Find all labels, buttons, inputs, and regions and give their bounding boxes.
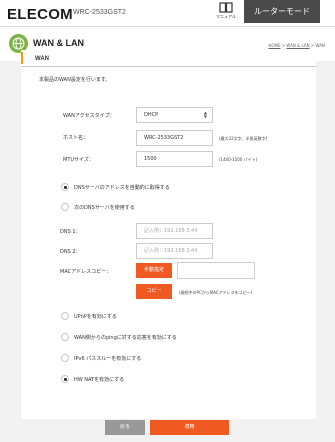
mac-address-input[interactable] [177, 262, 255, 279]
hw-nat-label: HW NATを有効にする [74, 377, 125, 383]
ipv6-passthrough-radio[interactable] [61, 354, 69, 362]
upnp-radio[interactable] [61, 312, 69, 320]
model-name: WRC-2533GST2 [73, 9, 126, 16]
breadcrumb-separator: > [281, 43, 286, 48]
breadcrumb-current: WAN [315, 43, 325, 48]
wan-access-type-label: WANアクセスタイプ： [63, 113, 115, 119]
hw-nat-radio[interactable] [61, 375, 69, 383]
elecom-logo: ELECOM [7, 6, 73, 23]
top-bar: ELECOM WRC-2533GST2 マニュアル ルーターモード [0, 0, 335, 27]
breadcrumb-wan-lan[interactable]: WAN & LAN [286, 43, 309, 48]
host-name-input[interactable]: WRC-2533GST2 [136, 130, 213, 146]
host-name-hint: (最大32文字、半角英数字) [219, 136, 268, 141]
mac-copy-button[interactable]: コピー [136, 284, 172, 299]
wan-ping-radio[interactable] [61, 333, 69, 341]
wan-access-type-select[interactable]: DHCP ▲ ▼ [136, 107, 213, 123]
dns2-label: DNS 2： [60, 249, 81, 255]
dns1-label: DNS 1： [60, 229, 81, 235]
breadcrumb-separator: > [310, 43, 315, 48]
apply-button[interactable]: 適用 [150, 420, 229, 435]
mtu-input[interactable]: 1500 [136, 151, 213, 167]
dns1-input[interactable]: 記入例：192.168.3.44 [136, 223, 213, 239]
back-button[interactable]: 戻る [105, 420, 145, 435]
manual-label: マニュアル [216, 14, 236, 19]
upnp-label: UPnPを有効にする [74, 314, 117, 320]
dns-auto-radio[interactable] [61, 183, 69, 191]
mtu-hint: (1400-1500 バイト) [219, 157, 258, 162]
section-tab-label: WAN [35, 56, 49, 62]
mac-clone-label: MACアドレスコピー： [60, 269, 112, 275]
breadcrumb-home[interactable]: HOME [268, 43, 280, 48]
mac-copy-hint: (接続中のPCからMACアドレスをコピー) [179, 290, 253, 295]
page-title: WAN & LAN [33, 38, 84, 48]
dns-auto-label: DNSサーバのアドレスを自動的に取得する [74, 185, 170, 191]
section-tab-wan: WAN [21, 50, 316, 67]
book-icon [219, 2, 233, 13]
updown-arrow-icon: ▲ ▼ [203, 110, 207, 119]
wan-ping-label: WAN側からのpingに対する応答を有効にする [74, 335, 177, 341]
page-description: 本製品のWAN設定を行います。 [39, 77, 111, 83]
dns2-input[interactable]: 記入例：192.168.3.44 [136, 243, 213, 259]
breadcrumb: HOME > WAN & LAN > WAN [268, 43, 325, 48]
manual-button[interactable]: マニュアル [212, 2, 240, 24]
wan-access-type-value: DHCP [144, 112, 159, 118]
dns-manual-label: 次のDNSサーバを使用する [74, 205, 135, 211]
host-name-label: ホスト名： [63, 135, 89, 141]
mtu-label: MTUサイズ： [63, 157, 94, 163]
section-accent-bar [21, 52, 23, 64]
dns-manual-radio[interactable] [61, 203, 69, 211]
ipv6-passthrough-label: IPv6 パススルーを有効にする [74, 356, 142, 362]
router-mode-button[interactable]: ルーターモード [244, 0, 320, 23]
mac-manual-button[interactable]: 手動指定 [136, 263, 172, 278]
